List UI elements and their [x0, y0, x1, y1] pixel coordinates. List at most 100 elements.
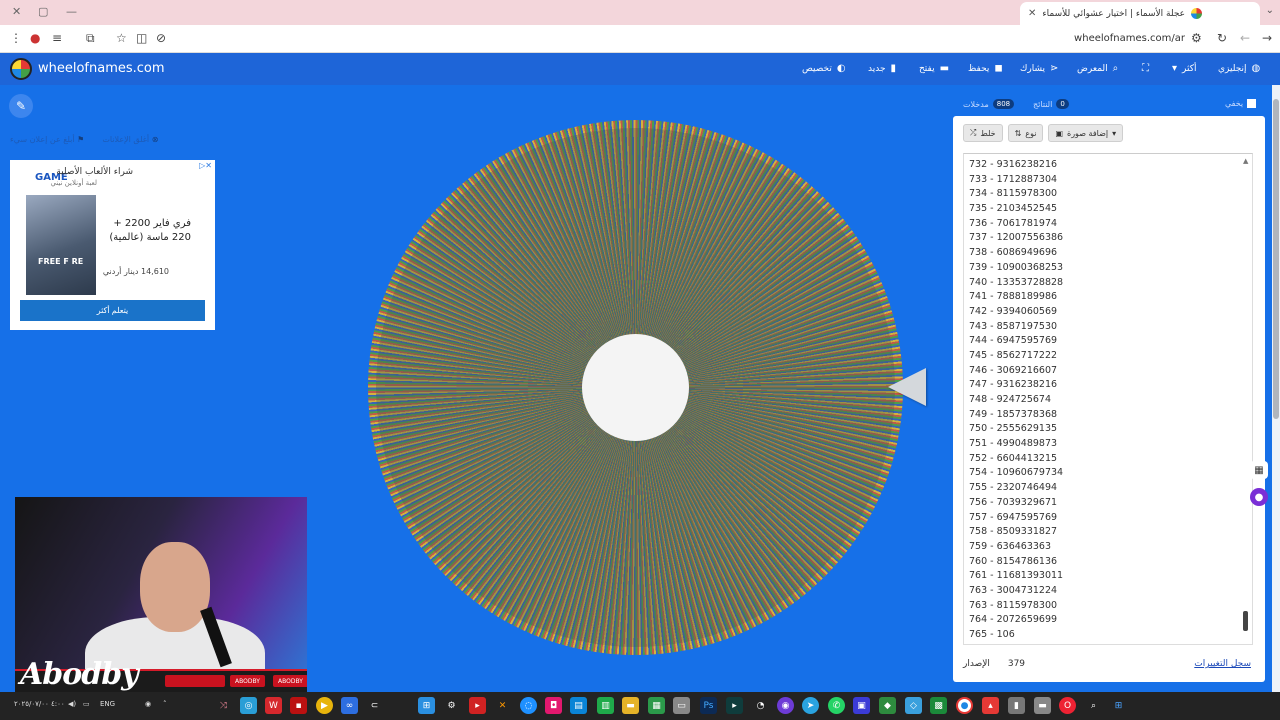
- site-brand[interactable]: wheelofnames.com: [38, 61, 165, 76]
- puzzle-icon[interactable]: ⧉: [86, 31, 95, 46]
- ad-offer[interactable]: فري فاير 2200 + 220 ماسة (عالمية): [101, 217, 191, 244]
- entry-line[interactable]: 735 - 2103452545: [964, 202, 1252, 217]
- lens-icon[interactable]: ◫: [136, 31, 147, 45]
- nav-more[interactable]: أكثر ▾: [1172, 63, 1197, 74]
- taskbar-app-5-icon[interactable]: ▶: [316, 697, 333, 714]
- entry-line[interactable]: 755 - 2320746494: [964, 481, 1252, 496]
- nav-save[interactable]: ◼ يحفظ: [968, 63, 1003, 74]
- entry-line[interactable]: 760 - 8154786136: [964, 555, 1252, 570]
- extension-red-icon[interactable]: ●: [30, 31, 40, 45]
- taskbar-app-11-icon[interactable]: ✕: [494, 697, 511, 714]
- nav-language[interactable]: ◍ إنجليزي: [1218, 63, 1260, 74]
- site-settings-icon[interactable]: ⚙: [1191, 31, 1202, 45]
- language-indicator[interactable]: ENG: [100, 700, 115, 708]
- entries-textarea[interactable]: ▲ 732 - 9316238216 733 - 1712887304 734 - …: [963, 153, 1253, 645]
- taskbar-whatsapp-icon[interactable]: ✆: [828, 697, 845, 714]
- entry-line[interactable]: 734 - 8115978300: [964, 187, 1252, 202]
- entry-line[interactable]: 738 - 6086949696: [964, 246, 1252, 261]
- wheel-center-hub[interactable]: [582, 334, 689, 441]
- entry-line[interactable]: 758 - 8509331827: [964, 525, 1252, 540]
- taskbar-search-icon[interactable]: ⌕: [1085, 697, 1102, 714]
- taskbar-app-19-icon[interactable]: ◔: [752, 697, 769, 714]
- entry-line[interactable]: 765 - 106: [964, 628, 1252, 643]
- taskbar-opera-icon[interactable]: O: [1059, 697, 1076, 714]
- taskbar-app-20-icon[interactable]: ◉: [777, 697, 794, 714]
- entry-line[interactable]: 737 - 12007556386: [964, 231, 1252, 246]
- entries-scroll-thumb[interactable]: [1243, 611, 1248, 631]
- taskbar-app-23-icon[interactable]: ◇: [905, 697, 922, 714]
- scroll-up-icon[interactable]: ▲: [1243, 157, 1248, 165]
- entry-line[interactable]: 742 - 9394060569: [964, 305, 1252, 320]
- entry-line[interactable]: 736 - 7061781974: [964, 217, 1252, 232]
- site-logo-icon[interactable]: [10, 58, 32, 80]
- entry-line[interactable]: 748 - 924725674: [964, 393, 1252, 408]
- grid-widget-icon[interactable]: ▦: [1250, 461, 1268, 479]
- nav-new[interactable]: ▮ جديد: [868, 63, 896, 74]
- taskbar-app-15-icon[interactable]: ▥: [597, 697, 614, 714]
- entry-line[interactable]: 741 - 7888189986: [964, 290, 1252, 305]
- entry-line[interactable]: 763 - 8115978300: [964, 599, 1252, 614]
- entry-line[interactable]: 746 - 3069216607: [964, 364, 1252, 379]
- fullscreen-button[interactable]: ⛶: [1142, 63, 1149, 74]
- taskbar-app-8-icon[interactable]: ⊞: [418, 697, 435, 714]
- nav-share[interactable]: ⋖ يشارك: [1020, 63, 1058, 74]
- network-icon[interactable]: ▭: [83, 700, 90, 708]
- taskbar-app-14-icon[interactable]: ▤: [570, 697, 587, 714]
- entry-line[interactable]: 733 - 1712887304: [964, 173, 1252, 188]
- entry-line[interactable]: 745 - 8562717222: [964, 349, 1252, 364]
- hide-ads-link[interactable]: أغلق الإعلانات ⊗: [102, 135, 158, 144]
- hide-toggle[interactable]: يخفي: [1225, 99, 1257, 108]
- taskbar-app-13-icon[interactable]: ◘: [545, 697, 562, 714]
- taskbar-app-1-icon[interactable]: ⤨: [215, 697, 232, 714]
- entry-line[interactable]: 761 - 11681393011: [964, 569, 1252, 584]
- url-text[interactable]: wheelofnames.com/ar: [1074, 33, 1185, 44]
- entry-line[interactable]: 743 - 8587197530: [964, 320, 1252, 335]
- changelog-link[interactable]: سجل التغييرات: [1194, 659, 1251, 669]
- entry-line[interactable]: 732 - 9316238216: [964, 158, 1252, 173]
- entry-line[interactable]: 756 - 7039329671: [964, 496, 1252, 511]
- taskbar-clock[interactable]: ٤:٠٠ ٢٠٢٥/٠٧/٠٠: [14, 700, 65, 708]
- sort-button[interactable]: نوع ⇅: [1007, 124, 1044, 142]
- entry-line[interactable]: 750 - 2555629135: [964, 422, 1252, 437]
- entry-line[interactable]: 763 - 3004731224: [964, 584, 1252, 599]
- page-scroll-thumb[interactable]: [1273, 99, 1279, 419]
- extension-icon[interactable]: ≡: [52, 31, 62, 45]
- taskbar-app-16-icon[interactable]: ▦: [648, 697, 665, 714]
- advertisement[interactable]: ▷✕ GAME شراء الألعاب الأصلية لعبة أونلاي…: [10, 160, 215, 330]
- forward-icon[interactable]: ←: [1240, 31, 1250, 45]
- taskbar-chrome-icon[interactable]: ●: [956, 697, 973, 714]
- hide-checkbox[interactable]: [1247, 99, 1257, 108]
- ad-image[interactable]: FREE F RE: [26, 195, 96, 295]
- taskbar-app-26-icon[interactable]: ▮: [1008, 697, 1025, 714]
- taskbar-app-12-icon[interactable]: ◌: [520, 697, 537, 714]
- volume-icon[interactable]: ◀): [68, 700, 76, 708]
- star-bookmark-icon[interactable]: ☆: [116, 31, 127, 45]
- entry-line[interactable]: 759 - 636463363: [964, 540, 1252, 555]
- entry-line[interactable]: 751 - 4990489873: [964, 437, 1252, 452]
- taskbar-app-25-icon[interactable]: ▴: [982, 697, 999, 714]
- add-image-button[interactable]: ▾ إضافة صورة ▣: [1048, 124, 1124, 142]
- back-icon[interactable]: →: [1262, 31, 1272, 45]
- taskbar-app-4-icon[interactable]: ▪: [290, 697, 307, 714]
- taskbar-photoshop-icon[interactable]: Ps: [700, 697, 717, 714]
- tab-results[interactable]: 0 النتائج: [1033, 99, 1069, 109]
- tray-app-icon[interactable]: ◉: [145, 700, 151, 708]
- windows-start-icon[interactable]: ⊞: [1110, 697, 1127, 714]
- entry-line[interactable]: 744 - 6947595769: [964, 334, 1252, 349]
- entry-line[interactable]: 749 - 1857378368: [964, 408, 1252, 423]
- entry-line[interactable]: 739 - 10900368253: [964, 261, 1252, 276]
- taskbar-app-2-icon[interactable]: ◎: [240, 697, 257, 714]
- taskbar-app-17-icon[interactable]: ▭: [673, 697, 690, 714]
- ad-title[interactable]: شراء الألعاب الأصلية: [56, 167, 133, 177]
- entry-line[interactable]: 747 - 9316238216: [964, 378, 1252, 393]
- taskbar-app-24-icon[interactable]: ▩: [930, 697, 947, 714]
- minimize-window-icon[interactable]: —: [66, 5, 77, 18]
- menu-dots-icon[interactable]: ⋮: [10, 31, 22, 45]
- nav-open[interactable]: ▬ يفتح: [919, 63, 949, 74]
- nav-customize[interactable]: ◐ تخصيص: [802, 63, 846, 74]
- ad-learn-more-button[interactable]: يتعلم أكثر: [20, 300, 205, 321]
- taskbar-app-27-icon[interactable]: ▬: [1034, 697, 1051, 714]
- taskbar-app-10-icon[interactable]: ▸: [469, 697, 486, 714]
- close-window-icon[interactable]: ✕: [12, 5, 21, 18]
- entries-scrollbar[interactable]: ▲: [1243, 157, 1249, 641]
